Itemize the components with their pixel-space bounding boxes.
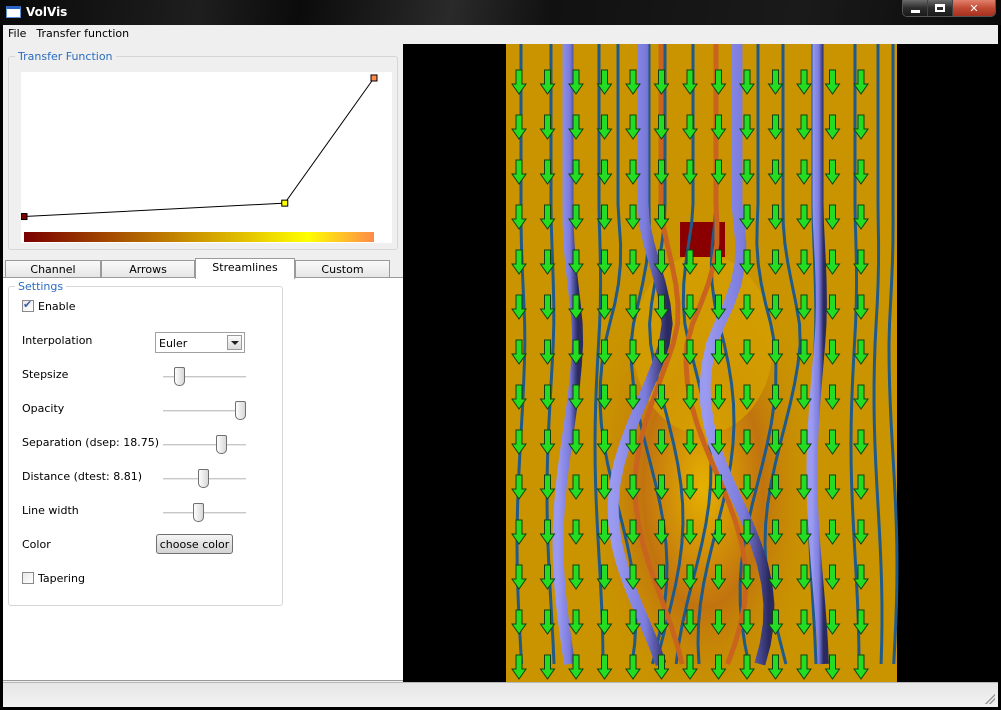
settings-title: Settings — [15, 280, 67, 293]
control-point — [370, 74, 378, 82]
separation-slider[interactable] — [163, 435, 246, 455]
slider-handle[interactable] — [173, 367, 185, 386]
slider-handle[interactable] — [192, 503, 204, 522]
visualization-viewport[interactable] — [403, 44, 998, 682]
color-label: Color — [22, 538, 51, 551]
chevron-down-icon[interactable] — [227, 335, 242, 350]
tapering-label: Tapering — [38, 572, 85, 585]
window-controls: ✕ — [902, 0, 996, 17]
enable-label: Enable — [38, 300, 76, 313]
color-gradient-bar — [24, 232, 374, 242]
status-bar — [3, 682, 998, 707]
tab-arrows[interactable]: Arrows — [101, 260, 195, 278]
stepsize-label: Stepsize — [22, 368, 69, 381]
minimize-icon — [910, 9, 920, 13]
control-point — [281, 199, 289, 207]
resize-grip-icon[interactable] — [985, 694, 995, 704]
window-title: VolVis — [26, 5, 68, 19]
slider-track — [163, 444, 246, 446]
menu-bar: File Transfer function — [3, 25, 998, 44]
streamlines-tab-pane: Settings Enable Interpolation Euler Step… — [3, 277, 403, 681]
title-bar[interactable]: VolVis ✕ — [0, 0, 1001, 25]
menu-file[interactable]: File — [3, 25, 31, 44]
slider-track — [163, 512, 246, 514]
separation-label: Separation (dsep: 18.75) — [22, 436, 160, 449]
tab-bar: Channel Arrows Streamlines Custom Stream… — [3, 258, 403, 289]
close-icon: ✕ — [969, 1, 979, 15]
transfer-function-plot[interactable] — [21, 72, 392, 243]
enable-checkbox[interactable] — [22, 298, 34, 312]
settings-group: Settings Enable Interpolation Euler Step… — [8, 280, 283, 606]
distance-label: Distance (dtest: 8.81) — [22, 470, 142, 483]
interpolation-value: Euler — [159, 337, 188, 350]
tapering-checkbox[interactable] — [22, 572, 34, 584]
tab-channel[interactable]: Channel — [5, 260, 101, 278]
slider-track — [163, 410, 246, 412]
minimize-button[interactable] — [903, 0, 929, 16]
opacity-curve — [23, 77, 375, 218]
stepsize-slider[interactable] — [163, 367, 246, 387]
flow-visualization[interactable] — [403, 44, 998, 682]
slider-handle[interactable] — [235, 401, 246, 420]
slider-handle[interactable] — [215, 435, 227, 454]
interpolation-label: Interpolation — [22, 334, 93, 347]
maximize-icon — [935, 4, 946, 12]
close-button[interactable]: ✕ — [952, 0, 995, 16]
transfer-function-title: Transfer Function — [15, 50, 116, 63]
tab-streamlines[interactable]: Streamlines — [195, 258, 295, 279]
menu-transfer-function[interactable]: Transfer function — [31, 25, 134, 44]
line-width-label: Line width — [22, 504, 79, 517]
app-window-icon — [6, 6, 21, 18]
opacity-label: Opacity — [22, 402, 65, 415]
slider-handle[interactable] — [197, 469, 209, 488]
streamline-tube — [806, 44, 829, 665]
tab-custom-streamline[interactable]: Custom Streamline — [295, 260, 390, 289]
transfer-function-editor[interactable] — [21, 72, 392, 243]
interpolation-dropdown[interactable]: Euler — [155, 332, 245, 353]
distance-slider[interactable] — [163, 469, 246, 489]
choose-color-button[interactable]: choose color — [156, 534, 233, 554]
transfer-function-group: Transfer Function — [8, 50, 398, 250]
line-width-slider[interactable] — [163, 503, 246, 523]
main-window: File Transfer function Transfer Function… — [3, 25, 998, 707]
opacity-slider[interactable] — [163, 401, 246, 421]
maximize-button[interactable] — [928, 0, 953, 16]
control-point — [21, 213, 28, 221]
